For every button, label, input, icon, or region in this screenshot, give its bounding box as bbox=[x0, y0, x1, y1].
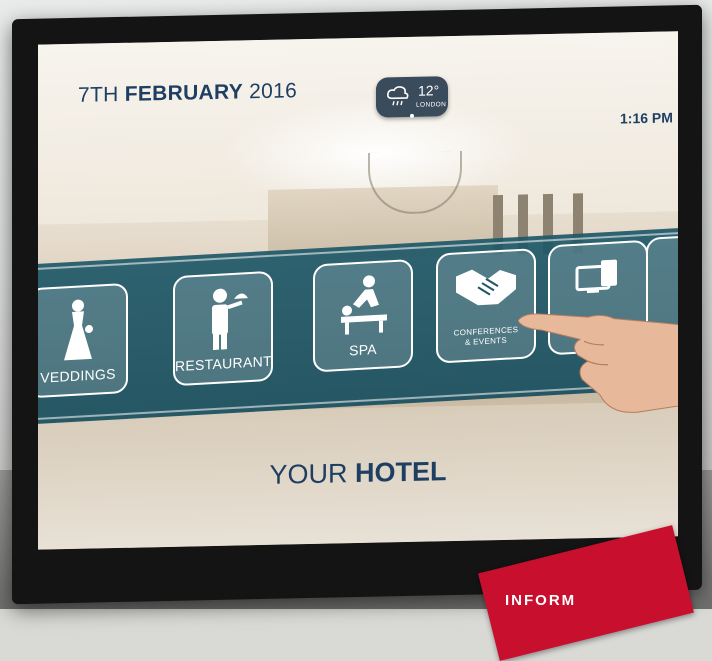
kiosk-screen: 7TH FEBRUARY 2016 12° LONDON 1:16 PM VED… bbox=[38, 31, 678, 550]
time-display: 1:16 PM bbox=[620, 109, 673, 127]
tile-label: SPA bbox=[349, 340, 377, 359]
display-monitor: 7TH FEBRUARY 2016 12° LONDON 1:16 PM VED… bbox=[12, 4, 702, 605]
tile-restaurant[interactable]: RESTAURANT bbox=[173, 270, 273, 387]
promo-banner-text: INFORM bbox=[505, 592, 577, 609]
devices-icon bbox=[575, 259, 617, 294]
tile-weddings[interactable]: VEDDINGS bbox=[38, 282, 128, 399]
handshake-icon bbox=[456, 269, 516, 306]
newspaper-icon bbox=[674, 248, 678, 294]
pointing-hand bbox=[518, 313, 678, 413]
waiter-icon bbox=[212, 288, 248, 351]
date-display: 7TH FEBRUARY 2016 bbox=[78, 79, 298, 107]
massage-icon bbox=[341, 275, 387, 335]
bride-icon bbox=[64, 299, 93, 361]
weather-widget[interactable]: 12° LONDON bbox=[376, 76, 448, 118]
tile-spa[interactable]: SPA bbox=[313, 258, 413, 373]
weather-city: LONDON bbox=[416, 101, 447, 109]
cloud-rain-icon bbox=[386, 85, 410, 113]
tile-label: RESTAURANT bbox=[175, 352, 272, 375]
tile-label: VEDDINGS bbox=[40, 365, 116, 386]
weather-temperature: 12° bbox=[418, 82, 440, 99]
